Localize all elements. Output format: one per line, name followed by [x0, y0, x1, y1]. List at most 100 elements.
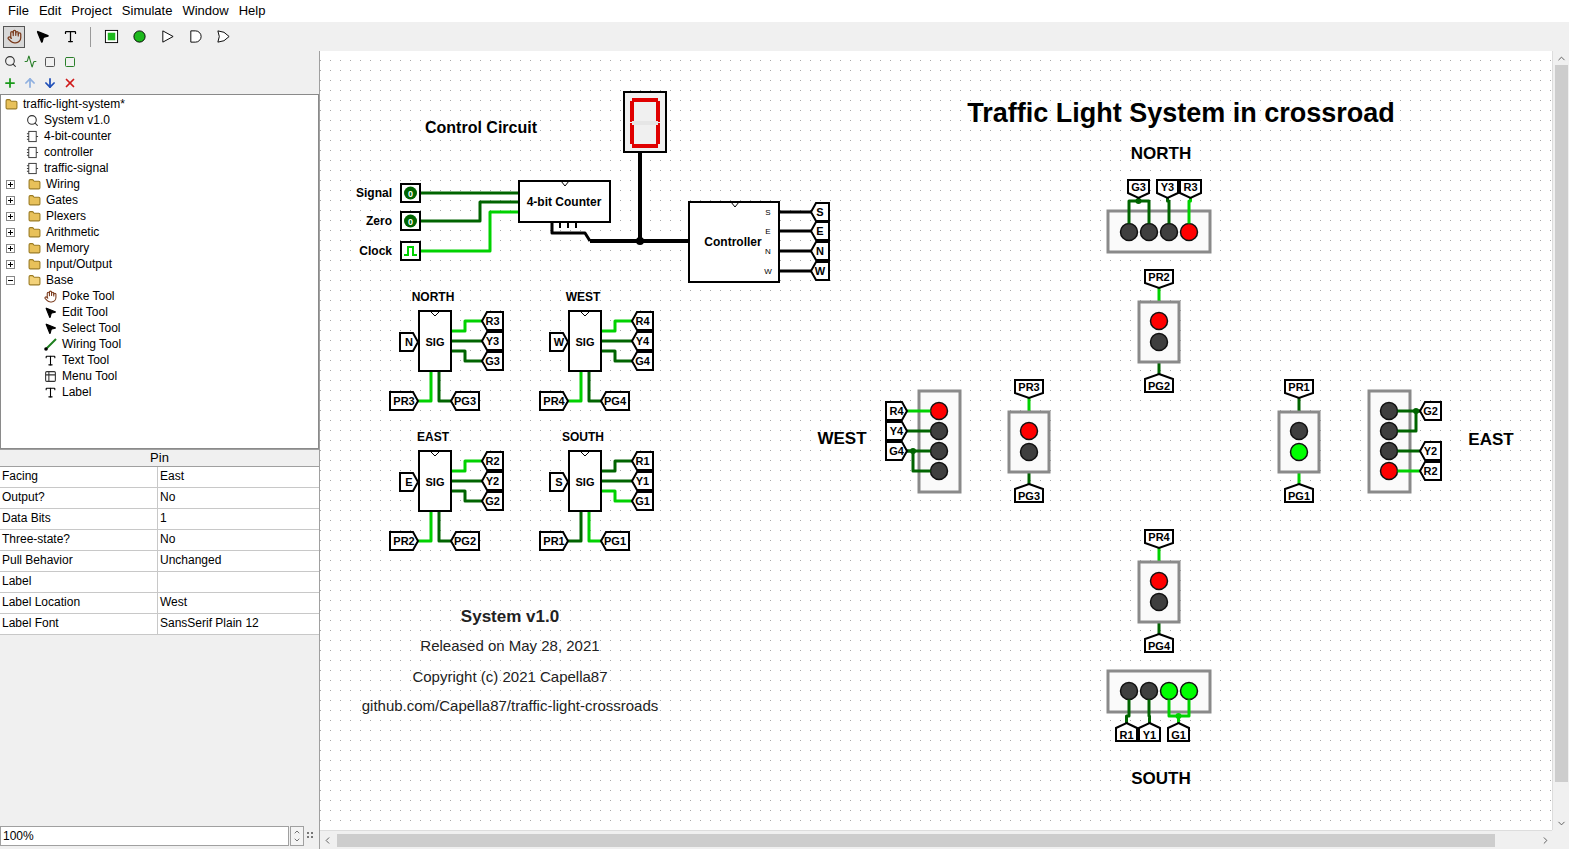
attribute-value[interactable]: No [158, 488, 319, 508]
signal-box[interactable] [419, 451, 451, 511]
wire[interactable] [1148, 700, 1152, 724]
wire[interactable] [907, 430, 931, 433]
wire[interactable] [589, 511, 601, 541]
tree-item[interactable]: Wiring [1, 176, 318, 192]
attribute-value[interactable]: SansSerif Plain 12 [158, 614, 319, 634]
tunnel[interactable]: PR3 [390, 392, 418, 410]
tree-item[interactable]: System v1.0 [1, 112, 318, 128]
layout-button[interactable] [43, 55, 57, 69]
tree-item[interactable]: Wiring Tool [1, 336, 318, 352]
tunnel[interactable]: G3 [482, 352, 503, 370]
tree-item[interactable]: Select Tool [1, 320, 318, 336]
scroll-thumb[interactable] [337, 834, 1495, 847]
wire[interactable] [779, 250, 811, 253]
zoom-spinner[interactable] [290, 826, 304, 846]
scroll-right[interactable] [1538, 831, 1552, 849]
wire[interactable] [1398, 450, 1421, 453]
tree-item[interactable]: Input/Output [1, 256, 318, 272]
tree-item[interactable]: Text Tool [1, 352, 318, 368]
wire[interactable] [1179, 700, 1190, 724]
tunnel[interactable]: Y1 [1139, 723, 1160, 741]
appearance-button[interactable] [63, 55, 77, 69]
tree-item[interactable]: Arithmetic [1, 224, 318, 240]
tunnel[interactable]: W [811, 262, 829, 280]
attribute-value[interactable] [158, 572, 319, 592]
horizontal-scrollbar[interactable] [320, 830, 1552, 849]
scroll-left[interactable] [320, 831, 334, 849]
attribute-row[interactable]: Label FontSansSerif Plain 12 [0, 614, 319, 635]
tool-button[interactable] [128, 26, 150, 48]
expander[interactable] [6, 196, 15, 205]
tool-button[interactable] [31, 26, 53, 48]
wire[interactable] [568, 511, 581, 541]
scroll-down[interactable] [1553, 816, 1569, 830]
wire[interactable] [907, 410, 931, 413]
tunnel[interactable]: PR2 [390, 532, 418, 550]
grid-toggle[interactable] [305, 828, 317, 844]
wire[interactable] [1398, 470, 1421, 473]
add-circuit-button[interactable] [3, 76, 17, 90]
simulation-button[interactable] [23, 55, 37, 69]
wire[interactable] [451, 321, 482, 331]
scroll-thumb[interactable] [1555, 65, 1568, 782]
tunnel[interactable]: PG4 [1145, 634, 1173, 652]
expander[interactable] [6, 244, 15, 253]
signal-block[interactable]: NORTHSIGNR3Y3G3PR3PG3 [390, 290, 503, 410]
tunnel[interactable]: N [400, 333, 418, 351]
tunnel[interactable]: G2 [482, 492, 503, 510]
tunnel[interactable]: PG3 [451, 392, 479, 410]
attribute-value[interactable]: West [158, 593, 319, 613]
tunnel[interactable]: PR1 [1285, 380, 1313, 398]
tree-item[interactable]: Base [1, 272, 318, 288]
wire[interactable] [601, 491, 632, 501]
tunnel[interactable]: PR4 [1145, 530, 1173, 548]
tunnel[interactable]: Y3 [482, 332, 503, 350]
menu-item[interactable]: Edit [34, 0, 66, 22]
tunnel[interactable]: R2 [482, 452, 503, 470]
tool-button[interactable] [3, 26, 25, 48]
tunnel[interactable]: PG1 [601, 532, 629, 550]
tunnel[interactable]: PR3 [1015, 380, 1043, 398]
vertical-scrollbar[interactable] [1552, 51, 1569, 830]
attribute-value[interactable]: 1 [158, 509, 319, 529]
scroll-up[interactable] [1553, 51, 1569, 65]
tree-item[interactable]: Memory [1, 240, 318, 256]
wire[interactable] [601, 351, 632, 361]
attribute-value[interactable]: No [158, 530, 319, 550]
signal-box[interactable] [569, 451, 601, 511]
expander[interactable] [6, 228, 15, 237]
signal-block[interactable]: EASTSIGER2Y2G2PR2PG2 [390, 430, 503, 550]
wire[interactable] [451, 340, 482, 343]
wire[interactable] [1127, 700, 1130, 724]
counter[interactable]: 4-bit Counter [519, 181, 610, 222]
tool-button[interactable] [59, 26, 81, 48]
signal-box[interactable] [419, 311, 451, 371]
tunnel[interactable]: G2 [1420, 402, 1441, 420]
attribute-row[interactable]: Pull BehaviorUnchanged [0, 551, 319, 572]
tool-button[interactable] [156, 26, 178, 48]
attribute-row[interactable]: Three-state?No [0, 530, 319, 551]
tunnel[interactable]: R3 [1180, 180, 1201, 198]
menu-item[interactable]: Help [234, 0, 271, 22]
signal-block[interactable]: SOUTHSIGSR1Y1G1PR1PG1 [540, 430, 653, 550]
tunnel[interactable]: PG2 [451, 532, 479, 550]
tunnel[interactable]: W [550, 333, 568, 351]
tunnel[interactable]: G1 [1168, 723, 1189, 741]
tunnel[interactable]: E [811, 222, 829, 240]
tool-button[interactable] [212, 26, 234, 48]
clock-input[interactable]: Clock [359, 212, 519, 260]
tree-item[interactable]: traffic-light-system* [1, 96, 318, 112]
wire[interactable] [418, 371, 431, 401]
circuit-canvas[interactable]: Control CircuitSignal0Zero0Clock4-bit Co… [320, 51, 1552, 830]
expander[interactable] [6, 276, 15, 285]
attribute-row[interactable]: Output?No [0, 488, 319, 509]
tunnel[interactable]: S [550, 473, 568, 491]
move-down-button[interactable] [43, 76, 57, 90]
attribute-row[interactable]: FacingEast [0, 467, 319, 488]
wire[interactable] [1168, 198, 1170, 224]
wire[interactable] [907, 451, 931, 471]
wire[interactable] [638, 152, 642, 241]
wire[interactable] [589, 371, 601, 401]
input-pin[interactable]: Signal0 [356, 184, 519, 202]
tunnel[interactable]: G1 [632, 492, 653, 510]
